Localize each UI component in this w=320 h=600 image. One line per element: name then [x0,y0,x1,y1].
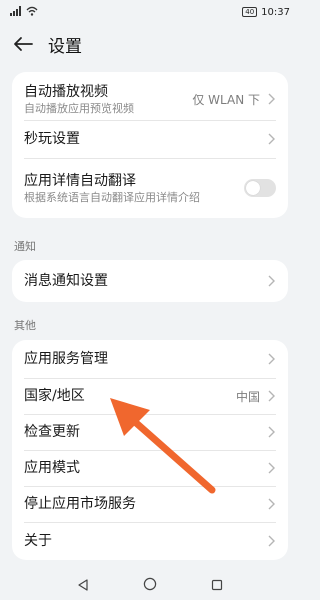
row-app-mode[interactable]: 应用模式 [12,450,288,486]
row-instant-play[interactable]: 秒玩设置 [12,120,288,158]
row-main: 应用详情自动翻译 根据系统语言自动翻译应用详情介绍 [24,172,244,205]
page-title: 设置 [48,36,82,57]
row-title: 秒玩设置 [24,131,80,147]
row-value: 中国 [235,389,260,404]
row-main: 停止应用市场服务 [24,495,266,513]
section-label-other: 其他 [14,319,36,332]
row-check-update[interactable]: 检查更新 [12,414,288,450]
system-nav-bar [0,570,300,600]
chevron-right-icon [266,497,276,511]
row-title: 检查更新 [24,424,80,440]
chevron-right-icon [266,92,276,106]
chevron-right-icon [266,132,276,146]
row-country-region[interactable]: 国家/地区 中国 [12,378,288,414]
status-left [10,5,38,19]
row-auto-translate: 应用详情自动翻译 根据系统语言自动翻译应用详情介绍 [12,158,288,218]
chevron-right-icon [266,274,276,288]
row-title: 停止应用市场服务 [24,496,136,512]
status-bar: 40 10:37 [0,0,300,24]
row-main: 应用服务管理 [24,350,266,368]
settings-card-notify: 消息通知设置 [12,260,288,302]
section-label-notify: 通知 [14,240,36,253]
row-title: 应用模式 [24,460,80,476]
row-main: 秒玩设置 [24,130,266,148]
row-title: 关于 [24,533,52,549]
chevron-right-icon [266,389,276,403]
row-main: 关于 [24,532,266,550]
chevron-right-icon [266,425,276,439]
page-header: 设置 [0,26,300,62]
status-right: 40 10:37 [242,7,290,18]
row-title: 应用详情自动翻译 [24,172,136,189]
battery-level: 40 [245,8,255,16]
row-message-notification[interactable]: 消息通知设置 [12,260,288,302]
row-value: 仅 WLAN 下 [192,92,260,107]
row-main: 消息通知设置 [24,272,266,290]
square-recents-icon[interactable] [211,576,223,595]
row-subtitle: 自动播放应用预览视频 [24,101,134,115]
cell-signal-icon [10,5,22,19]
row-title: 消息通知设置 [24,273,108,289]
wifi-icon [26,6,38,19]
row-title: 自动播放视频 [24,83,108,100]
chevron-right-icon [266,352,276,366]
row-main: 应用模式 [24,459,266,477]
row-autoplay-video[interactable]: 自动播放视频 自动播放应用预览视频 仅 WLAN 下 [12,72,288,120]
back-arrow-icon[interactable] [12,33,34,55]
row-stop-market-service[interactable]: 停止应用市场服务 [12,486,288,522]
chevron-right-icon [266,461,276,475]
row-title: 应用服务管理 [24,351,108,367]
battery-icon: 40 [242,7,258,17]
row-main: 检查更新 [24,423,266,441]
chevron-right-icon [266,534,276,548]
auto-translate-toggle[interactable] [244,179,276,197]
settings-card-other: 应用服务管理 国家/地区 中国 检查更新 应用模式 停止应用市场服务 关于 [12,340,288,560]
settings-card-general: 自动播放视频 自动播放应用预览视频 仅 WLAN 下 秒玩设置 应用详情自动翻译… [12,72,288,218]
row-main: 国家/地区 [24,387,236,405]
row-title: 国家/地区 [24,388,85,404]
row-subtitle: 根据系统语言自动翻译应用详情介绍 [24,190,200,204]
row-app-service-management[interactable]: 应用服务管理 [12,340,288,378]
status-time: 10:37 [261,6,290,18]
triangle-back-icon[interactable] [77,576,89,595]
circle-home-icon[interactable] [143,576,157,595]
row-main: 自动播放视频 自动播放应用预览视频 [24,83,192,116]
row-about[interactable]: 关于 [12,522,288,560]
